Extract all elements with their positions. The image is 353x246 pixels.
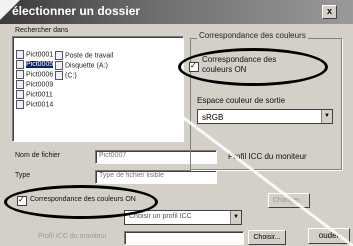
select-folder-dialog: électionner un dossier x Rechercher dans…: [0, 0, 353, 246]
diagonal-streak: [159, 98, 353, 246]
